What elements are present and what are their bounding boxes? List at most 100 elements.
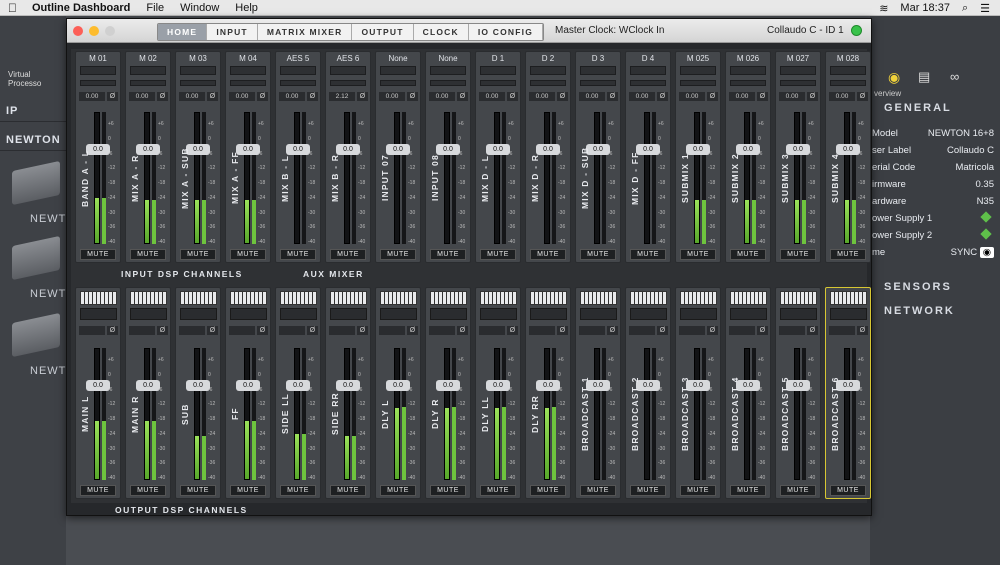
phase-button[interactable]: Ø bbox=[657, 92, 668, 101]
input-source-label[interactable]: D 4 bbox=[626, 54, 670, 63]
eq-thumbnail[interactable] bbox=[380, 291, 417, 305]
general-heading[interactable]: GENERAL bbox=[884, 102, 952, 114]
input-select-box[interactable] bbox=[580, 66, 616, 75]
mute-button[interactable]: MUTE bbox=[480, 485, 516, 496]
input-source-label[interactable]: AES 6 bbox=[326, 54, 370, 63]
mute-button[interactable]: MUTE bbox=[330, 249, 366, 260]
input-source-label[interactable]: D 3 bbox=[576, 54, 620, 63]
mute-button[interactable]: MUTE bbox=[430, 249, 466, 260]
input-select-box[interactable] bbox=[230, 66, 266, 75]
mute-button[interactable]: MUTE bbox=[180, 485, 216, 496]
fader-track[interactable] bbox=[544, 112, 550, 244]
device-icon[interactable] bbox=[12, 235, 60, 281]
mute-button[interactable]: MUTE bbox=[630, 249, 666, 260]
tab-input[interactable]: INPUT bbox=[207, 24, 258, 40]
gain-value[interactable] bbox=[529, 326, 555, 335]
eq-thumbnail[interactable] bbox=[730, 291, 767, 305]
gain-value[interactable] bbox=[79, 326, 105, 335]
fader-track[interactable] bbox=[294, 348, 300, 480]
input-source-label[interactable]: D 1 bbox=[476, 54, 520, 63]
input-source-label[interactable]: M 01 bbox=[76, 54, 120, 63]
phase-button[interactable]: Ø bbox=[757, 92, 768, 101]
gain-value[interactable]: 0.00 bbox=[629, 92, 655, 101]
mute-button[interactable]: MUTE bbox=[180, 249, 216, 260]
fader-track[interactable] bbox=[344, 112, 350, 244]
eq-curve[interactable] bbox=[230, 308, 267, 320]
input-source-label[interactable]: M 03 bbox=[176, 54, 220, 63]
mute-button[interactable]: MUTE bbox=[280, 485, 316, 496]
eq-curve[interactable] bbox=[280, 308, 317, 320]
apple-icon[interactable]:  bbox=[8, 1, 22, 15]
eq-thumbnail[interactable] bbox=[430, 291, 467, 305]
mute-button[interactable]: MUTE bbox=[580, 249, 616, 260]
eq-thumbnail[interactable] bbox=[830, 291, 867, 305]
fader-track[interactable] bbox=[494, 112, 500, 244]
eq-curve[interactable] bbox=[830, 308, 867, 320]
phase-button[interactable]: Ø bbox=[207, 326, 218, 335]
eq-curve[interactable] bbox=[180, 308, 217, 320]
fader-track[interactable] bbox=[644, 112, 650, 244]
phase-button[interactable]: Ø bbox=[407, 92, 418, 101]
fader-track[interactable] bbox=[344, 348, 350, 480]
mute-button[interactable]: MUTE bbox=[480, 249, 516, 260]
gain-value[interactable] bbox=[579, 326, 605, 335]
fader-track[interactable] bbox=[394, 112, 400, 244]
mute-button[interactable]: MUTE bbox=[280, 249, 316, 260]
gain-value[interactable] bbox=[129, 326, 155, 335]
fader-track[interactable] bbox=[744, 348, 750, 480]
mute-button[interactable]: MUTE bbox=[430, 485, 466, 496]
phase-button[interactable]: Ø bbox=[107, 92, 118, 101]
phase-button[interactable]: Ø bbox=[157, 92, 168, 101]
tab-home[interactable]: HOME bbox=[158, 24, 208, 40]
mute-button[interactable]: MUTE bbox=[130, 485, 166, 496]
eq-curve[interactable] bbox=[580, 308, 617, 320]
gain-value[interactable]: 0.00 bbox=[479, 92, 505, 101]
phase-button[interactable]: Ø bbox=[207, 92, 218, 101]
fader-track[interactable] bbox=[494, 348, 500, 480]
fader-track[interactable] bbox=[794, 112, 800, 244]
gain-value[interactable]: 0.00 bbox=[679, 92, 705, 101]
fader-track[interactable] bbox=[744, 112, 750, 244]
input-select-box[interactable] bbox=[280, 66, 316, 75]
minimize-button[interactable] bbox=[89, 25, 99, 36]
gain-value[interactable] bbox=[779, 326, 805, 335]
tab-output[interactable]: OUTPUT bbox=[352, 24, 414, 40]
document-icon[interactable]: ▤ bbox=[918, 69, 930, 85]
tab-matrix-mixer[interactable]: MATRIX MIXER bbox=[257, 24, 353, 40]
mute-button[interactable]: MUTE bbox=[80, 249, 116, 260]
gain-value[interactable] bbox=[679, 326, 705, 335]
gain-value[interactable] bbox=[379, 326, 405, 335]
mute-button[interactable]: MUTE bbox=[680, 485, 716, 496]
phase-button[interactable]: Ø bbox=[757, 326, 768, 335]
gain-value[interactable] bbox=[279, 326, 305, 335]
eq-curve[interactable] bbox=[680, 308, 717, 320]
tab-io-config[interactable]: IO CONFIG bbox=[468, 24, 544, 40]
mute-button[interactable]: MUTE bbox=[380, 249, 416, 260]
fader-track[interactable] bbox=[94, 112, 100, 244]
input-select-box[interactable] bbox=[330, 66, 366, 75]
phase-button[interactable]: Ø bbox=[357, 92, 368, 101]
mute-button[interactable]: MUTE bbox=[230, 485, 266, 496]
input-source-label[interactable]: M 025 bbox=[676, 54, 720, 63]
phase-button[interactable]: Ø bbox=[657, 326, 668, 335]
phase-button[interactable]: Ø bbox=[557, 92, 568, 101]
gain-value[interactable] bbox=[629, 326, 655, 335]
search-icon[interactable]: ⌕ bbox=[962, 2, 968, 15]
fader-track[interactable] bbox=[94, 348, 100, 480]
eq-thumbnail[interactable] bbox=[780, 291, 817, 305]
input-source-label[interactable]: None bbox=[376, 54, 420, 63]
fader-track[interactable] bbox=[644, 348, 650, 480]
mute-button[interactable]: MUTE bbox=[780, 249, 816, 260]
sidebar-newton[interactable]: NEWTON bbox=[0, 129, 66, 151]
gain-value[interactable]: 0.00 bbox=[229, 92, 255, 101]
fader-track[interactable] bbox=[544, 348, 550, 480]
phase-button[interactable]: Ø bbox=[857, 92, 868, 101]
phase-button[interactable]: Ø bbox=[607, 92, 618, 101]
menu-window[interactable]: Window bbox=[180, 2, 219, 14]
gain-value[interactable]: 0.00 bbox=[729, 92, 755, 101]
phase-button[interactable]: Ø bbox=[457, 92, 468, 101]
fader-track[interactable] bbox=[144, 348, 150, 480]
gain-value[interactable] bbox=[729, 326, 755, 335]
phase-button[interactable]: Ø bbox=[357, 326, 368, 335]
fader-track[interactable] bbox=[844, 112, 850, 244]
